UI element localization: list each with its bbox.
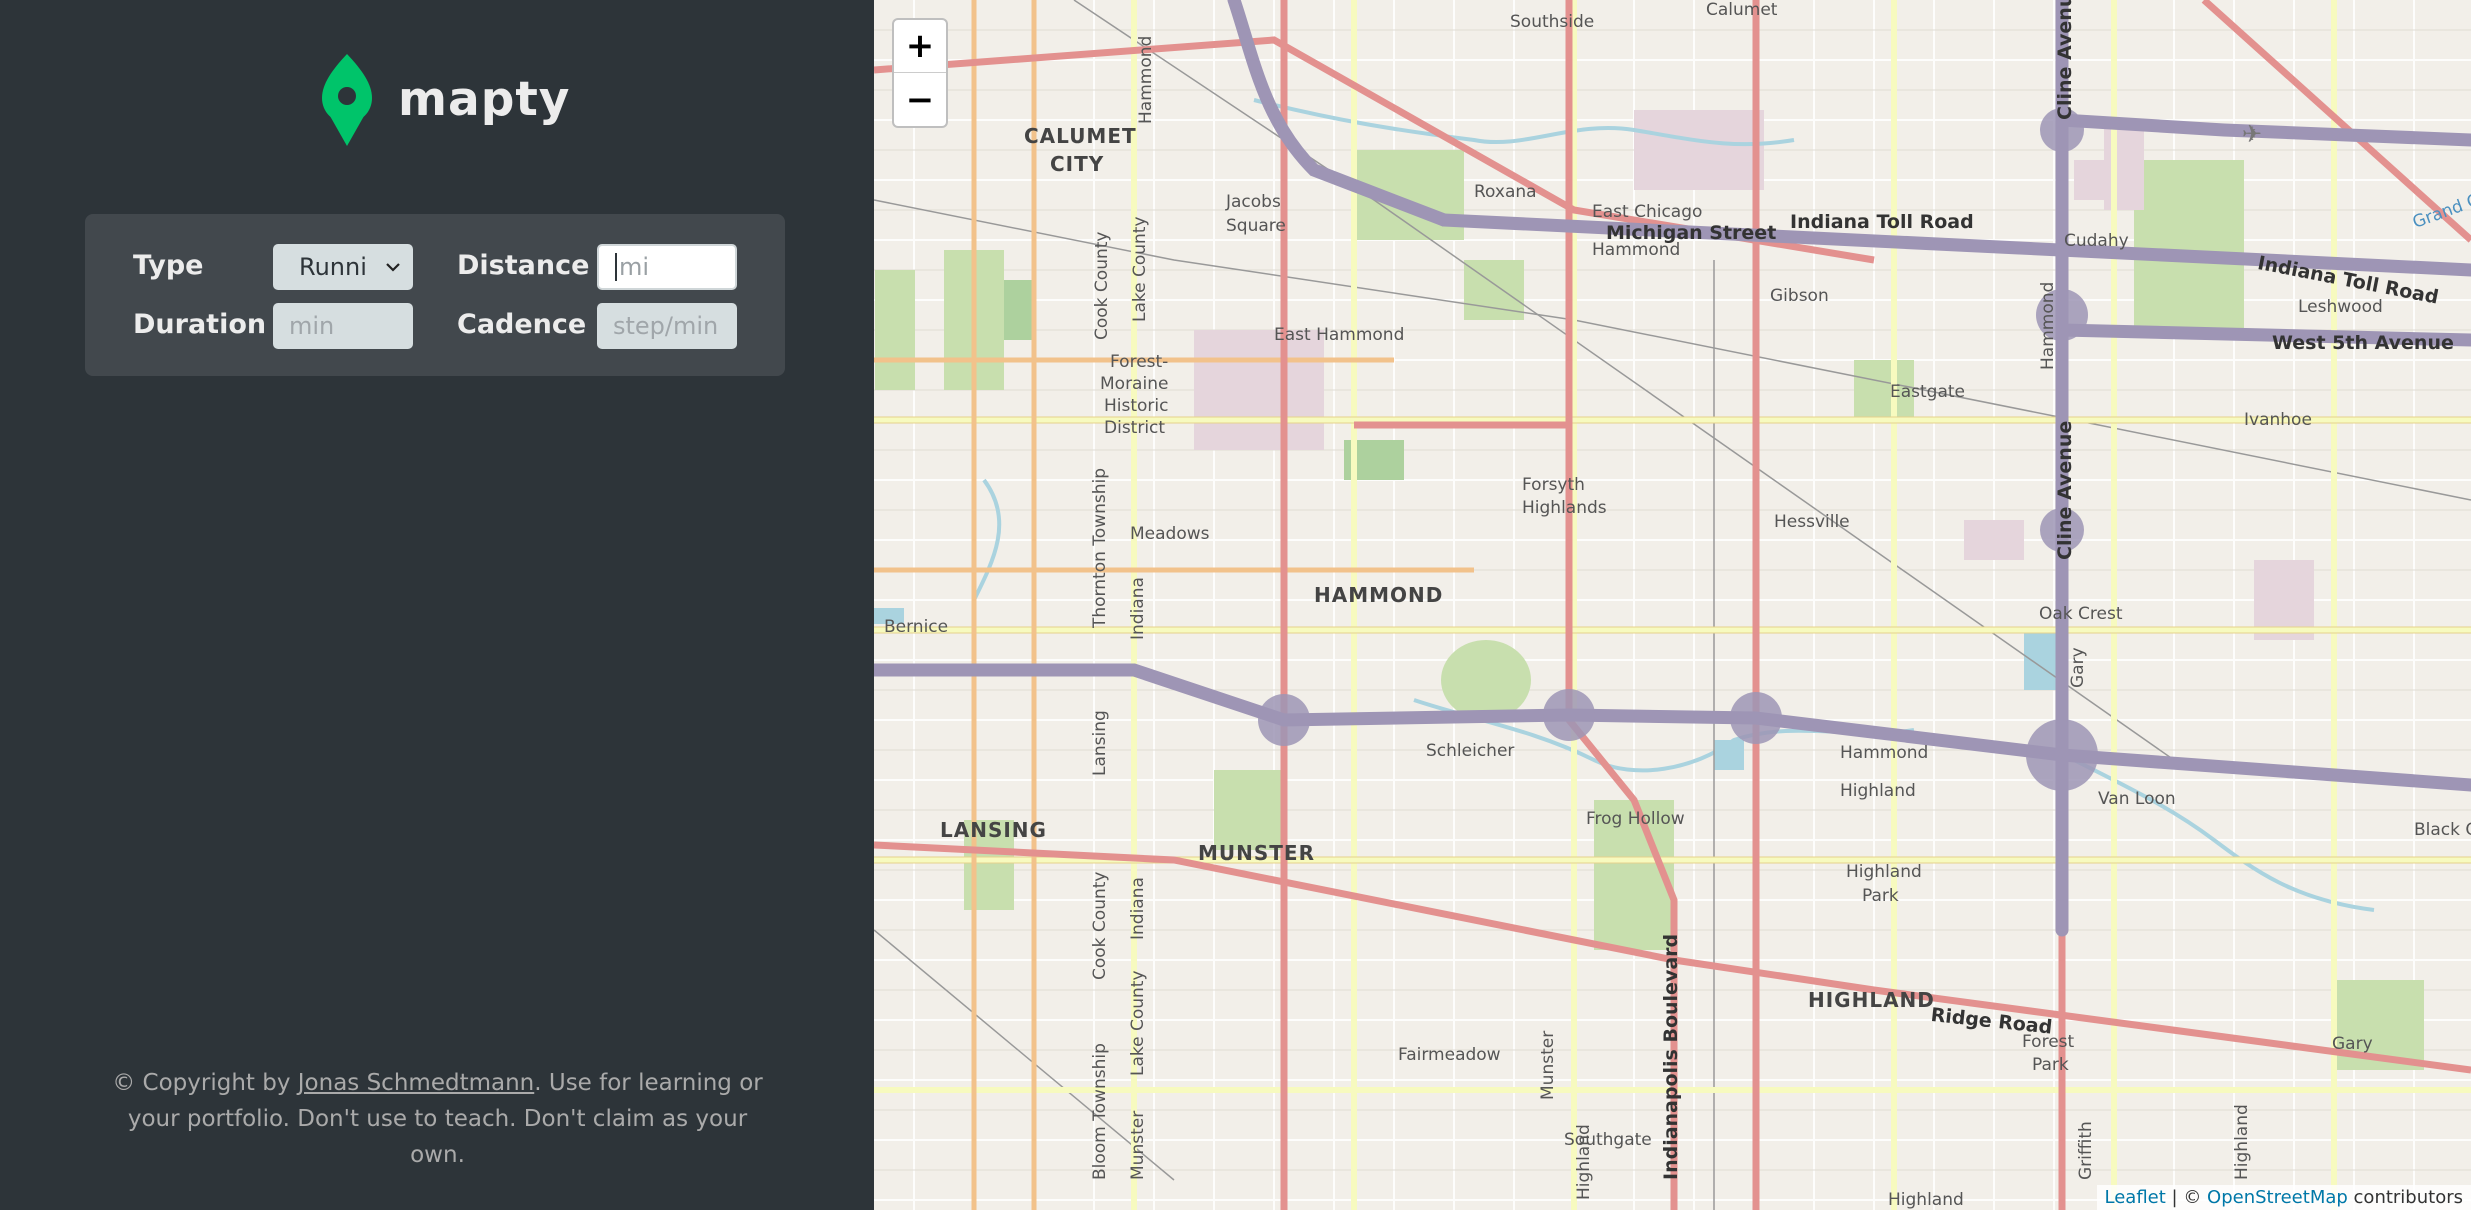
map-label: Leshwood — [2298, 297, 2383, 317]
app-name: mapty — [398, 72, 571, 127]
map-label: Munster — [1538, 1030, 1558, 1100]
sidebar: mapty Type Runni Distance mi Duration mi… — [0, 0, 874, 1210]
map-label: Thornton Township — [1090, 468, 1110, 628]
type-select[interactable]: Runni — [273, 244, 413, 290]
map-label: Schleicher — [1426, 741, 1515, 761]
map-label: Hammond — [1136, 35, 1156, 124]
copyright-prefix: © Copyright by — [112, 1070, 298, 1096]
map-label: CITY — [1050, 152, 1105, 176]
copyright: © Copyright by Jonas Schmedtmann. Use fo… — [110, 1065, 765, 1173]
map-label: Oak Crest — [2039, 604, 2123, 624]
map-label: Historic — [1104, 396, 1169, 416]
map-label: Cudahy — [2064, 231, 2129, 251]
map-label: Cline Avenue — [2054, 0, 2076, 120]
map-label: Griffith — [2076, 1121, 2096, 1180]
map-attribution: Leaflet | © OpenStreetMap contributors — [2096, 1185, 2471, 1210]
map-label: Gary — [2068, 647, 2088, 688]
map-label: HIGHLAND — [1808, 988, 1935, 1012]
attribution-tail: contributors — [2347, 1187, 2463, 1208]
map-label: East Chicago — [1592, 202, 1703, 222]
duration-input[interactable]: min — [273, 303, 413, 349]
map-label: Meadows — [1130, 524, 1210, 544]
map-label: Calumet — [1706, 0, 1778, 20]
map-label: Indiana — [1128, 877, 1148, 940]
zoom-in-button[interactable]: + — [894, 20, 946, 73]
map-label: Hessville — [1774, 512, 1850, 532]
map-label: Lake County — [1130, 216, 1150, 322]
map-label: Bernice — [884, 617, 949, 637]
map-label: Fairmeadow — [1398, 1045, 1501, 1065]
attribution-separator: | © — [2165, 1187, 2208, 1208]
map-label: MUNSTER — [1198, 841, 1315, 865]
map-label: Highland — [1846, 862, 1922, 882]
map-label: Gary — [2332, 1034, 2373, 1054]
map-label: HAMMOND — [1314, 583, 1444, 607]
distance-input[interactable]: mi — [597, 244, 737, 290]
airport-icon: ✈ — [2242, 120, 2263, 148]
map-label: Cline Avenue — [2054, 420, 2076, 560]
map-label: District — [1104, 418, 1166, 438]
map-label: Highland — [1888, 1190, 1964, 1210]
map-label: Forest- — [1110, 352, 1169, 372]
duration-label: Duration — [133, 309, 267, 340]
map-label: Highland — [1840, 781, 1916, 801]
type-label: Type — [133, 250, 204, 281]
map-label: Indiana Toll Road — [1790, 211, 1974, 233]
map-pin-icon — [322, 53, 372, 146]
map-label: Ivanhoe — [2244, 410, 2312, 430]
map-label: CALUMET — [1024, 124, 1137, 148]
cadence-input[interactable]: step/min — [597, 303, 737, 349]
osm-link[interactable]: OpenStreetMap — [2207, 1187, 2348, 1208]
map-label: Eastgate — [1890, 382, 1966, 402]
leaflet-link[interactable]: Leaflet — [2105, 1187, 2166, 1208]
map-label: Roxana — [1474, 182, 1537, 202]
zoom-control: + − — [892, 18, 948, 128]
map-label: Highland — [1574, 1124, 1594, 1200]
map-label: Park — [2032, 1055, 2069, 1075]
duration-placeholder: min — [289, 312, 335, 340]
map-label: Frog Hollow — [1586, 809, 1685, 829]
map-label: Lansing — [1090, 710, 1110, 776]
map[interactable]: Southside Calumet Hammond CALUMET CITY J… — [874, 0, 2471, 1210]
logo: mapty — [320, 52, 570, 147]
zoom-out-button[interactable]: − — [894, 73, 946, 126]
map-label: Forsyth — [1522, 475, 1585, 495]
map-label: Highlands — [1522, 498, 1607, 518]
map-label: Moraine — [1100, 374, 1169, 394]
map-label: Bloom Township — [1090, 1043, 1110, 1180]
map-label: Hammond — [2038, 281, 2058, 370]
text-caret — [615, 253, 617, 281]
map-label: Indianapolis Boulevard — [1660, 933, 1682, 1180]
map-label: Park — [1862, 886, 1899, 906]
map-label: Black O — [2414, 820, 2471, 840]
workout-form: Type Runni Distance mi Duration min Cade… — [85, 214, 785, 376]
cadence-label: Cadence — [457, 309, 587, 340]
map-label: East Hammond — [1274, 325, 1405, 345]
map-label: West 5th Avenue — [2272, 332, 2454, 354]
author-link[interactable]: Jonas Schmedtmann — [298, 1070, 534, 1096]
map-label: LANSING — [940, 818, 1047, 842]
type-select-value: Runni — [299, 253, 367, 281]
map-label: Hammond — [1840, 743, 1929, 763]
map-label: Forest — [2022, 1032, 2075, 1052]
map-label: Van Loon — [2098, 789, 2176, 809]
map-label: Square — [1226, 216, 1286, 236]
map-label: Indiana — [1128, 577, 1148, 640]
map-label: Cook County — [1092, 231, 1112, 340]
cadence-placeholder: step/min — [613, 312, 719, 340]
chevron-down-icon — [386, 263, 400, 272]
map-label: Hammond — [1592, 240, 1681, 260]
distance-label: Distance — [457, 250, 590, 281]
distance-placeholder: mi — [619, 253, 650, 281]
map-label: Highland — [2232, 1104, 2252, 1180]
map-label: Munster — [1128, 1110, 1148, 1180]
map-label: Cook County — [1090, 871, 1110, 980]
map-label: Lake County — [1128, 970, 1148, 1076]
map-label: Gibson — [1770, 286, 1829, 306]
map-label: Southside — [1510, 12, 1595, 32]
map-label: Jacobs — [1226, 192, 1281, 212]
